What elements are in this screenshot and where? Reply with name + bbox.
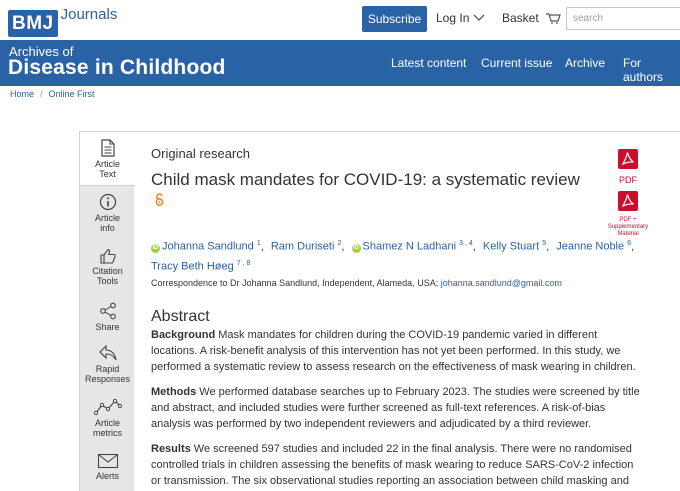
top-bar: BMJ Journals Subscribe Log In Basket bbox=[0, 0, 680, 40]
nav-for-authors[interactable]: For authors bbox=[623, 56, 680, 84]
author-link[interactable]: Ram Duriseti bbox=[271, 241, 335, 253]
tab-label-line1: Alerts bbox=[95, 471, 119, 481]
tab-label-line2: Text bbox=[99, 169, 116, 179]
envelope-icon bbox=[97, 453, 118, 469]
pdf-icon bbox=[618, 191, 638, 211]
tab-label-line1: Article bbox=[94, 213, 120, 223]
pdf-supp-label-line3: Material bbox=[617, 231, 639, 237]
tab-rapid-responses[interactable]: Rapid Responses bbox=[80, 344, 135, 384]
pdf-icon bbox=[618, 149, 638, 169]
nav-archive[interactable]: Archive bbox=[565, 56, 605, 70]
author-link[interactable]: Jeanne Noble bbox=[556, 241, 624, 253]
background-text: Mask mandates for children during the CO… bbox=[151, 329, 636, 373]
tab-citation-tools[interactable]: Citation Tools bbox=[80, 248, 135, 286]
author-affiliation-sup[interactable]: 3 , 4 bbox=[459, 240, 473, 247]
author-separator: , bbox=[260, 240, 264, 253]
nav-latest-content[interactable]: Latest content bbox=[391, 56, 466, 70]
results-text: We screened 597 studies and included 22 … bbox=[151, 443, 634, 487]
share-icon bbox=[99, 302, 116, 320]
journal-title[interactable]: Disease in Childhood bbox=[8, 56, 226, 80]
reply-icon bbox=[98, 344, 117, 361]
orcid-icon[interactable]: iD bbox=[151, 243, 160, 253]
bmj-journals-logo[interactable]: BMJ Journals bbox=[8, 6, 117, 37]
section-label-methods: Methods bbox=[151, 386, 197, 398]
pdf-download-button[interactable]: PDF bbox=[613, 148, 643, 185]
abstract-methods: Methods We performed database searches u… bbox=[151, 384, 641, 432]
login-label: Log In bbox=[436, 11, 470, 25]
chevron-down-icon bbox=[473, 14, 485, 21]
methods-text: We performed database searches up to Feb… bbox=[151, 386, 640, 430]
pdf-supplementary-button[interactable]: PDF + Supplementary Material bbox=[608, 190, 648, 238]
abstract-heading: Abstract bbox=[151, 308, 210, 325]
author-separator: , bbox=[472, 240, 476, 253]
tab-share[interactable]: Share bbox=[80, 302, 135, 332]
author-separator: , bbox=[341, 240, 345, 253]
tab-label-line1: Share bbox=[95, 322, 120, 332]
tab-label-line2: info bbox=[100, 223, 115, 233]
article-title: Child mask mandates for COVID-19: a syst… bbox=[151, 170, 580, 189]
login-button[interactable]: Log In bbox=[436, 11, 485, 25]
author-link[interactable]: Kelly Stuart bbox=[483, 241, 539, 253]
author-list-line2: Tracy Beth Høeg 7 , 8 bbox=[151, 260, 250, 273]
journals-logo-text: Journals bbox=[60, 6, 118, 23]
tab-article-metrics[interactable]: Article metrics bbox=[80, 398, 135, 438]
tab-label-line1: Article bbox=[94, 159, 120, 169]
author-link[interactable]: Tracy Beth Høeg bbox=[151, 261, 234, 273]
bmj-logo-box: BMJ bbox=[8, 10, 58, 37]
pdf-supp-label-line1: PDF + bbox=[619, 217, 637, 223]
journal-banner: Archives of Disease in Childhood Latest … bbox=[0, 40, 680, 86]
breadcrumb: Home / Online First bbox=[10, 89, 95, 99]
tab-label-line1: Rapid bbox=[95, 364, 120, 374]
open-access-icon bbox=[155, 193, 164, 211]
tab-label-line2: metrics bbox=[93, 428, 122, 438]
pdf-supp-label-line2: Supplementary bbox=[607, 224, 649, 230]
correspondence-email-link[interactable]: johanna.sandlund@gmail.com bbox=[441, 278, 562, 288]
document-icon bbox=[100, 139, 115, 157]
breadcrumb-separator: / bbox=[40, 89, 43, 99]
breadcrumb-online-first[interactable]: Online First bbox=[49, 89, 95, 99]
nav-current-issue[interactable]: Current issue bbox=[481, 56, 552, 70]
author-separator: , bbox=[631, 240, 635, 253]
subscribe-button[interactable]: Subscribe bbox=[362, 6, 427, 32]
tab-article-info[interactable]: Article info bbox=[80, 193, 135, 233]
author-link[interactable]: Johanna Sandlund bbox=[162, 241, 254, 253]
abstract-background: Background Mask mandates for children du… bbox=[151, 327, 641, 375]
metrics-icon bbox=[93, 398, 122, 416]
tab-alerts[interactable]: Alerts bbox=[80, 453, 135, 481]
tab-label-line2: Responses bbox=[84, 374, 131, 384]
author-affiliation-sup[interactable]: 7 , 8 bbox=[237, 260, 251, 267]
section-label-background: Background bbox=[151, 329, 216, 341]
tab-label-line1: Citation bbox=[92, 266, 123, 276]
breadcrumb-home[interactable]: Home bbox=[10, 89, 34, 99]
pdf-label: PDF bbox=[619, 175, 637, 185]
section-label-results: Results bbox=[151, 443, 191, 455]
info-icon bbox=[99, 193, 116, 211]
orcid-icon[interactable]: iD bbox=[351, 243, 361, 253]
basket-label: Basket bbox=[502, 11, 539, 25]
thumbs-up-icon bbox=[99, 248, 116, 264]
basket-icon bbox=[545, 13, 561, 24]
author-separator: , bbox=[546, 240, 550, 253]
tab-label-line1: Article bbox=[94, 418, 120, 428]
abstract-results: Results We screened 597 studies and incl… bbox=[151, 441, 641, 491]
correspondence-line: Correspondence to Dr Johanna Sandlund, I… bbox=[151, 278, 562, 288]
article-type: Original research bbox=[151, 146, 250, 161]
basket-button[interactable]: Basket bbox=[502, 11, 561, 25]
tab-label-line2: Tools bbox=[96, 276, 118, 286]
author-list-line1: iD Johanna Sandlund 1, Ram Duriseti 2, iD… bbox=[151, 240, 638, 253]
author-link[interactable]: Shamez N Ladhani bbox=[363, 241, 457, 253]
tab-article-text[interactable]: Article Text bbox=[80, 132, 135, 186]
correspondence-text: Correspondence to Dr Johanna Sandlund, I… bbox=[151, 278, 439, 288]
article-side-tabs: Article Text Article info Citation Tools… bbox=[79, 131, 135, 491]
search-input[interactable] bbox=[566, 7, 680, 30]
